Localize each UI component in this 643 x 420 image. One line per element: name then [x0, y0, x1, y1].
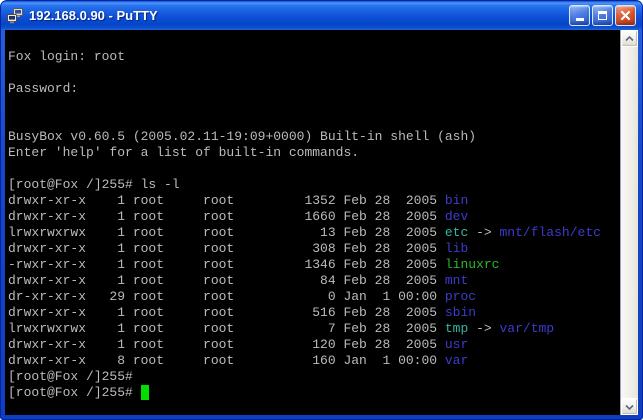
terminal-line: drwxr-xr-x 1 root root 84 Feb 28 2005 mn… [8, 273, 620, 289]
window-title: 192.168.0.90 - PuTTY [29, 8, 563, 23]
scrollbar-track[interactable] [621, 47, 638, 398]
terminal-text: linuxrc [445, 257, 500, 272]
terminal-line: Enter 'help' for a list of built-in comm… [8, 145, 620, 161]
terminal-text: Password: [8, 81, 86, 96]
terminal-screen[interactable]: Fox login: root Password: BusyBox v0.60.… [5, 30, 620, 415]
terminal-line: lrwxrwxrwx 1 root root 13 Feb 28 2005 et… [8, 225, 620, 241]
terminal-text: var [445, 353, 468, 368]
terminal-text: [root@Fox /]255# [8, 385, 141, 400]
terminal-line: Fox login: root [8, 49, 620, 65]
terminal-text: dev [445, 209, 468, 224]
scroll-up-button[interactable] [621, 30, 638, 47]
terminal-line [8, 161, 620, 177]
terminal-text: usr [445, 337, 468, 352]
terminal-line [8, 65, 620, 81]
maximize-icon [598, 11, 607, 20]
terminal-text: mnt/flash/etc [500, 225, 601, 240]
minimize-icon [576, 18, 584, 21]
terminal-line: [root@Fox /]255# ls -l [8, 177, 620, 193]
terminal-line: BusyBox v0.60.5 (2005.02.11-19:09+0000) … [8, 129, 620, 145]
minimize-button[interactable] [569, 5, 590, 26]
terminal-text: -> [468, 321, 499, 336]
terminal-line: -rwxr-xr-x 1 root root 1346 Feb 28 2005 … [8, 257, 620, 273]
chevron-up-icon [625, 36, 634, 42]
terminal-text: tmp [445, 321, 468, 336]
terminal-cursor [141, 385, 149, 400]
terminal-text: [root@Fox /]255# ls -l [8, 177, 180, 192]
terminal-text: BusyBox v0.60.5 (2005.02.11-19:09+0000) … [8, 129, 476, 144]
terminal-text: Fox login: root [8, 49, 125, 64]
terminal-text: drwxr-xr-x 1 root root 120 Feb 28 2005 [8, 337, 445, 352]
terminal-text: mnt [445, 273, 468, 288]
terminal-text: lib [445, 241, 468, 256]
terminal-text: lrwxrwxrwx 1 root root 13 Feb 28 2005 [8, 225, 445, 240]
window-body: Fox login: root Password: BusyBox v0.60.… [5, 30, 638, 415]
terminal-text: var/tmp [500, 321, 555, 336]
terminal-text: drwxr-xr-x 1 root root 1352 Feb 28 2005 [8, 193, 445, 208]
terminal-text: etc [445, 225, 468, 240]
terminal-line: drwxr-xr-x 1 root root 120 Feb 28 2005 u… [8, 337, 620, 353]
terminal-line: drwxr-xr-x 1 root root 1660 Feb 28 2005 … [8, 209, 620, 225]
terminal-text: drwxr-xr-x 1 root root 84 Feb 28 2005 [8, 273, 445, 288]
terminal-line: drwxr-xr-x 1 root root 1352 Feb 28 2005 … [8, 193, 620, 209]
scroll-down-button[interactable] [621, 398, 638, 415]
terminal-text: sbin [445, 305, 476, 320]
terminal-text: [root@Fox /]255# [8, 369, 133, 384]
terminal-line: drwxr-xr-x 1 root root 516 Feb 28 2005 s… [8, 305, 620, 321]
terminal-text: drwxr-xr-x 1 root root 516 Feb 28 2005 [8, 305, 445, 320]
close-icon [620, 10, 631, 21]
terminal-line: drwxr-xr-x 8 root root 160 Jan 1 00:00 v… [8, 353, 620, 369]
putty-window: 192.168.0.90 - PuTTY Fox login: root Pas… [0, 0, 643, 420]
terminal-text: drwxr-xr-x 1 root root 308 Feb 28 2005 [8, 241, 445, 256]
close-button[interactable] [615, 5, 636, 26]
terminal-line: Password: [8, 81, 620, 97]
terminal-line: drwxr-xr-x 1 root root 308 Feb 28 2005 l… [8, 241, 620, 257]
terminal-line [8, 33, 620, 49]
terminal-line: [root@Fox /]255# [8, 385, 620, 401]
terminal-line: dr-xr-xr-x 29 root root 0 Jan 1 00:00 pr… [8, 289, 620, 305]
maximize-button[interactable] [592, 5, 613, 26]
terminal-text: -rwxr-xr-x 1 root root 1346 Feb 28 2005 [8, 257, 445, 272]
terminal-text: dr-xr-xr-x 29 root root 0 Jan 1 00:00 [8, 289, 445, 304]
terminal-text: Enter 'help' for a list of built-in comm… [8, 145, 359, 160]
titlebar[interactable]: 192.168.0.90 - PuTTY [1, 1, 642, 30]
chevron-down-icon [625, 404, 634, 410]
terminal-line: lrwxrwxrwx 1 root root 7 Feb 28 2005 tmp… [8, 321, 620, 337]
scrollbar [620, 30, 638, 415]
window-controls [569, 5, 636, 26]
terminal-text: proc [445, 289, 476, 304]
terminal-line: [root@Fox /]255# [8, 369, 620, 385]
terminal-lines: Fox login: root Password: BusyBox v0.60.… [8, 33, 620, 401]
terminal-text: -> [468, 225, 499, 240]
terminal-line [8, 113, 620, 129]
putty-two-computers-icon [7, 8, 23, 24]
terminal-text: drwxr-xr-x 1 root root 1660 Feb 28 2005 [8, 209, 445, 224]
terminal-text: drwxr-xr-x 8 root root 160 Jan 1 00:00 [8, 353, 445, 368]
terminal-line [8, 97, 620, 113]
terminal-text: bin [445, 193, 468, 208]
terminal-text: lrwxrwxrwx 1 root root 7 Feb 28 2005 [8, 321, 445, 336]
